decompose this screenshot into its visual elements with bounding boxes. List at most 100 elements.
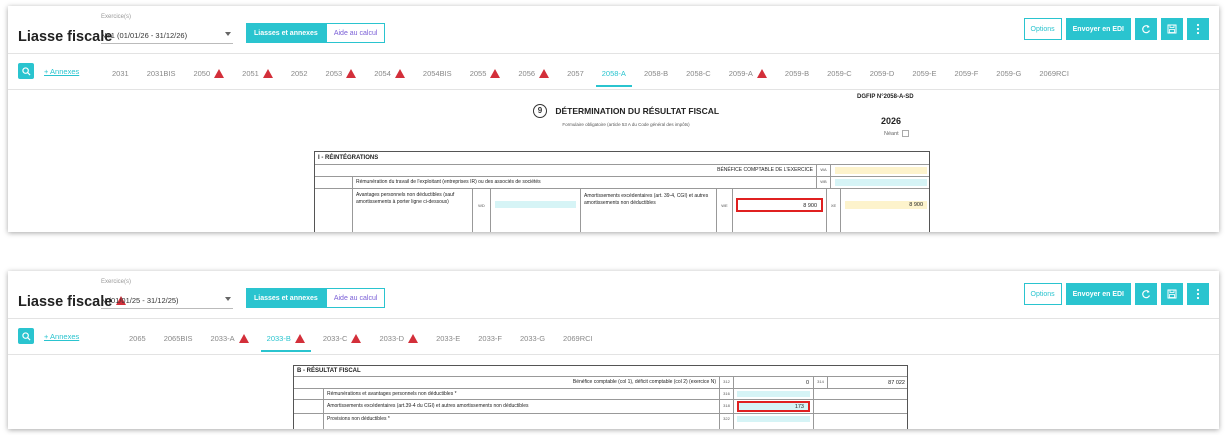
remuneration-field[interactable]	[831, 177, 931, 188]
tab-2050[interactable]: 2050	[193, 67, 225, 79]
tab-2031bis[interactable]: 2031BIS	[147, 67, 176, 79]
warning-icon	[490, 68, 501, 78]
tab-2058-c[interactable]: 2058-C	[686, 67, 711, 79]
tab-label: 2058-A	[601, 68, 626, 78]
tab-2033-a[interactable]: 2033-A	[210, 332, 249, 344]
tab-2059-f[interactable]: 2059-F	[955, 67, 979, 79]
tab-2056[interactable]: 2056	[518, 67, 550, 79]
tab-label: 2054	[374, 68, 391, 78]
tab-2069rci[interactable]: 2069RCI	[563, 332, 593, 344]
field-code: WD	[473, 189, 491, 232]
warning-icon	[214, 68, 225, 78]
tab-2057[interactable]: 2057	[567, 67, 584, 79]
tab-label: 2058-B	[643, 68, 669, 78]
row-label: Provisions non déductibles *	[324, 414, 720, 429]
add-annexes-link[interactable]: + Annexes	[44, 332, 79, 341]
table-row: Rémunération du travail de l'exploitant …	[315, 177, 929, 189]
tab-2059-a[interactable]: 2059-A	[729, 67, 767, 79]
xe-field[interactable]: 8 900	[845, 201, 927, 209]
tab-liasses-annexes[interactable]: Liasses et annexes	[246, 288, 326, 308]
more-button[interactable]	[1187, 283, 1209, 305]
amort-excedentaires-field[interactable]: 8 900	[736, 198, 823, 212]
tab-2033-f[interactable]: 2033-F	[478, 332, 502, 344]
tab-2054[interactable]: 2054	[374, 67, 405, 79]
add-annexes-link[interactable]: + Annexes	[44, 67, 79, 76]
save-button[interactable]	[1161, 18, 1183, 40]
section-row: I - RÉINTÉGRATIONS	[315, 152, 929, 165]
more-button[interactable]	[1187, 18, 1209, 40]
benefice-field[interactable]	[831, 165, 931, 176]
tab-2065[interactable]: 2065	[129, 332, 146, 344]
tab-2051[interactable]: 2051	[242, 67, 273, 79]
tab-label: 2059-B	[784, 68, 810, 78]
tab-2033-d[interactable]: 2033-D	[379, 332, 419, 344]
field-code: 318	[720, 400, 734, 413]
warning-icon	[346, 68, 357, 78]
tab-2054bis[interactable]: 2054BIS	[423, 67, 452, 79]
tab-label: 2054BIS	[422, 68, 452, 78]
tab-label: 2069RCI	[563, 333, 593, 343]
search-icon	[21, 331, 31, 341]
warning-icon	[351, 333, 362, 343]
options-button[interactable]: Options	[1023, 283, 1062, 305]
chevron-down-icon	[225, 297, 231, 301]
table-row: Rémunérations et avantages personnels no…	[294, 389, 907, 400]
view-toggle: Liasses et annexes Aide au calcul	[246, 288, 386, 308]
tab-label: 2065	[129, 333, 146, 343]
refresh-button[interactable]	[1135, 18, 1157, 40]
table-row: ction Avantages personnels non déductibl…	[315, 189, 929, 232]
tab-2055[interactable]: 2055	[470, 67, 501, 79]
tab-2059-d[interactable]: 2059-D	[870, 67, 895, 79]
top-bar: Liasse fiscale Exercice(s) N+1 (01/01/26…	[8, 6, 1219, 54]
tab-2033-g[interactable]: 2033-G	[520, 332, 545, 344]
tab-2069rci[interactable]: 2069RCI	[1039, 67, 1069, 79]
annex-tabbar: + Annexes 2065 2065BIS 2033-A 2033-B 2033-C 2…	[8, 319, 1219, 355]
tab-2065bis[interactable]: 2065BIS	[164, 332, 193, 344]
tab-2059-b[interactable]: 2059-B	[785, 67, 809, 79]
provisions-field[interactable]	[734, 414, 814, 429]
tab-2033-b[interactable]: 2033-B	[260, 332, 312, 352]
tab-label: 2056	[518, 68, 536, 78]
tab-label: 2031BIS	[146, 68, 176, 78]
tab-label: 2059-C	[827, 68, 852, 78]
tab-2058-b[interactable]: 2058-B	[644, 67, 668, 79]
send-edi-button[interactable]: Envoyer en EDI	[1065, 283, 1131, 305]
tab-2053[interactable]: 2053	[326, 67, 357, 79]
tab-label: 2059-F	[954, 68, 979, 78]
more-vertical-icon	[1196, 23, 1200, 35]
tab-label: 2065BIS	[163, 333, 193, 343]
table-row: Provisions non déductibles * 322	[294, 414, 907, 429]
tab-2033-c[interactable]: 2033-C	[323, 332, 362, 344]
avantages-field[interactable]	[491, 189, 581, 232]
search-button[interactable]	[18, 328, 34, 344]
tab-label: 2053	[325, 68, 343, 78]
amort-excedentaires-field[interactable]: 173	[737, 401, 810, 412]
tab-2031[interactable]: 2031	[112, 67, 129, 79]
tab-label: 2033-C	[322, 333, 348, 343]
remuneration-field[interactable]	[734, 389, 814, 399]
exercise-select[interactable]: N (01/01/25 - 31/12/25)	[101, 291, 233, 309]
warning-icon	[238, 333, 249, 343]
view-toggle: Liasses et annexes Aide au calcul	[246, 23, 386, 43]
tab-2059-g[interactable]: 2059-G	[996, 67, 1021, 79]
neant-checkbox[interactable]: Néant	[884, 130, 909, 137]
warning-icon	[294, 333, 305, 343]
tab-2033-e[interactable]: 2033-E	[436, 332, 460, 344]
tab-aide-calcul[interactable]: Aide au calcul	[325, 23, 386, 43]
tab-2059-c[interactable]: 2059-C	[827, 67, 852, 79]
tab-liasses-annexes[interactable]: Liasses et annexes	[246, 23, 326, 43]
options-button[interactable]: Options	[1023, 18, 1062, 40]
tab-2059-e[interactable]: 2059-E	[912, 67, 936, 79]
send-edi-button[interactable]: Envoyer en EDI	[1065, 18, 1131, 40]
tab-2058-a[interactable]: 2058-A	[595, 67, 633, 87]
exercise-select[interactable]: N+1 (01/01/26 - 31/12/26)	[101, 26, 233, 44]
tab-aide-calcul[interactable]: Aide au calcul	[325, 288, 386, 308]
benefice-field[interactable]: 0	[734, 377, 814, 388]
refresh-button[interactable]	[1135, 283, 1157, 305]
save-button[interactable]	[1161, 283, 1183, 305]
deficit-field[interactable]: 87 022	[828, 377, 909, 388]
field-code: 316	[720, 389, 734, 399]
save-icon	[1167, 289, 1177, 299]
search-button[interactable]	[18, 63, 34, 79]
tab-2052[interactable]: 2052	[291, 67, 308, 79]
